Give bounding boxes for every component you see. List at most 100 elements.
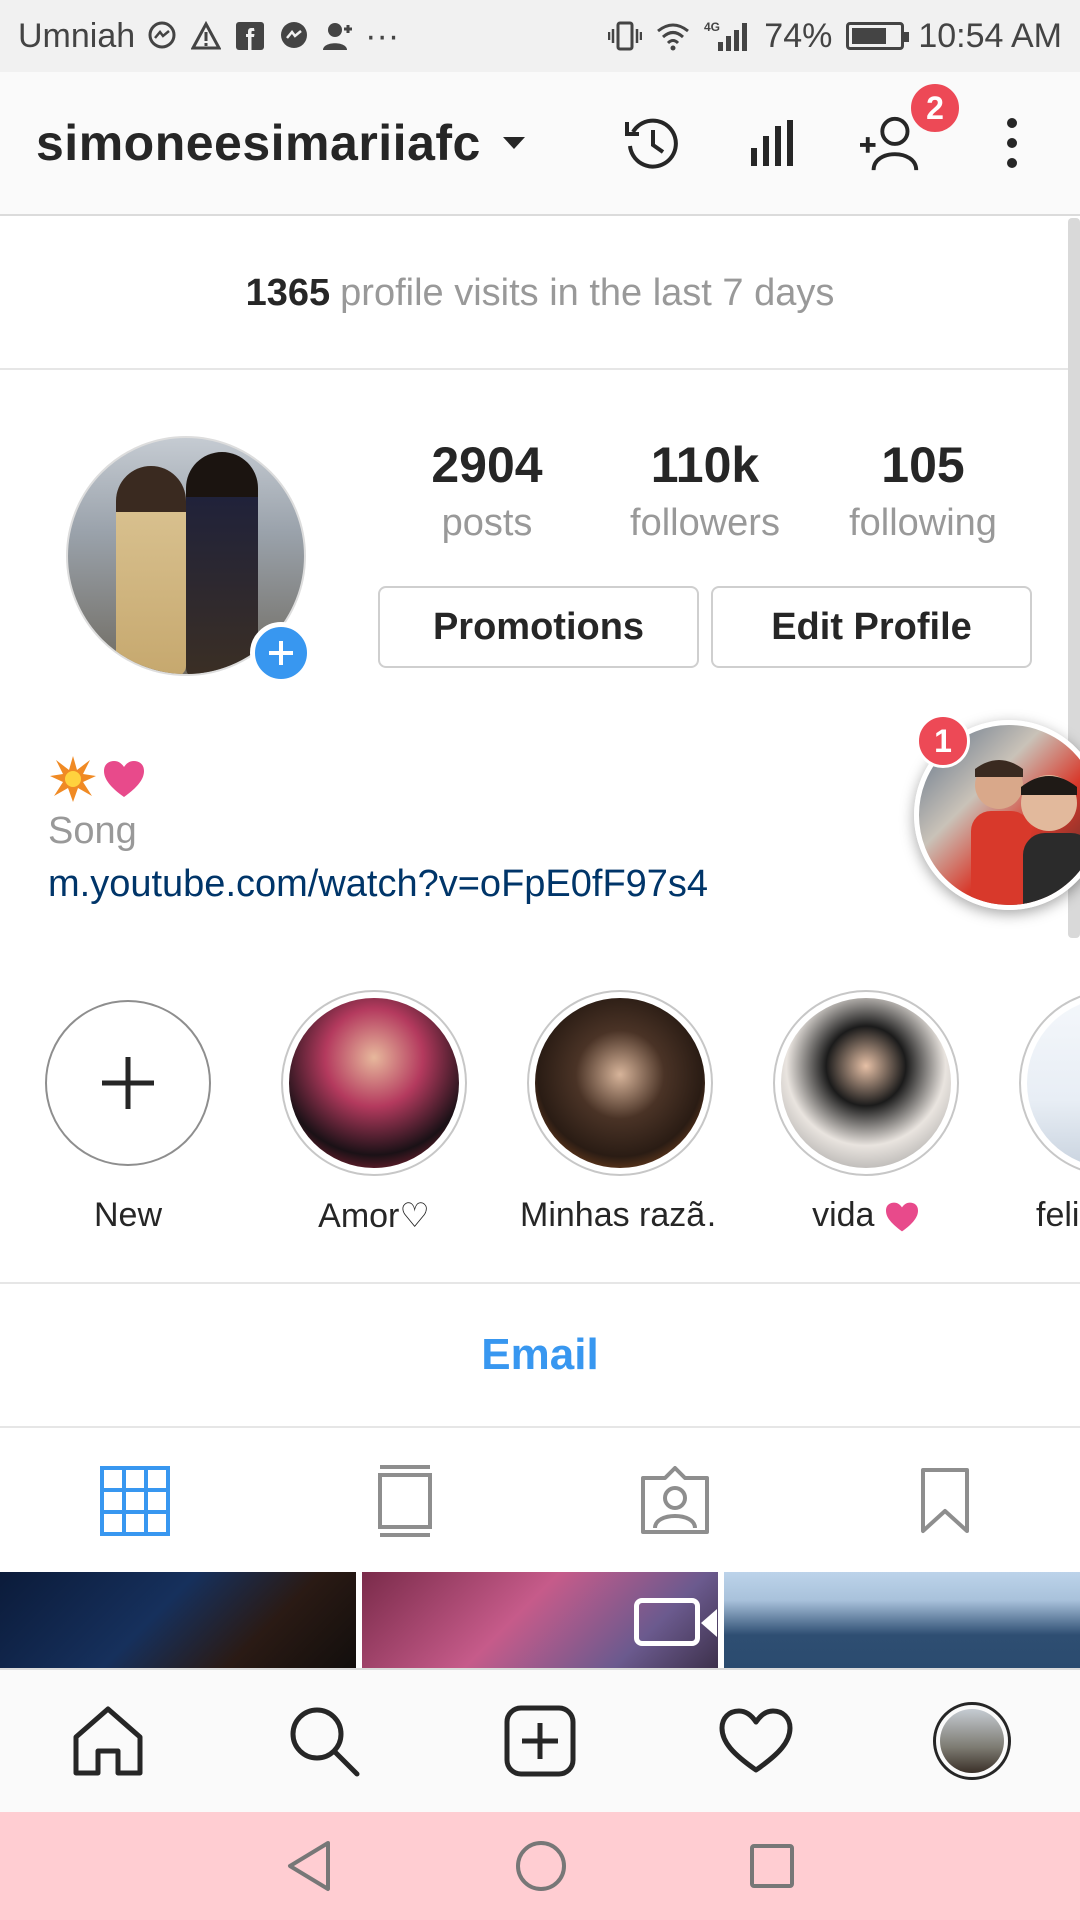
clock: 10:54 AM bbox=[918, 16, 1062, 55]
posts-label: posts bbox=[441, 502, 533, 544]
stat-posts[interactable]: 2904 posts bbox=[378, 436, 596, 545]
following-label: following bbox=[849, 502, 997, 544]
profile-visits-banner[interactable]: 1365 profile visits in the last 7 days bbox=[0, 218, 1080, 370]
more-vertical-icon bbox=[1007, 118, 1017, 168]
messenger-icon bbox=[145, 19, 179, 53]
nav-new-post[interactable] bbox=[432, 1705, 648, 1777]
collision-emoji-icon bbox=[50, 756, 96, 802]
post-thumbnail[interactable] bbox=[0, 1572, 356, 1668]
options-menu-button[interactable] bbox=[980, 111, 1044, 175]
promotions-button[interactable]: Promotions bbox=[378, 586, 699, 668]
edit-profile-button[interactable]: Edit Profile bbox=[711, 586, 1032, 668]
tab-feed[interactable] bbox=[270, 1430, 540, 1572]
highlight-cover bbox=[1027, 998, 1080, 1168]
wifi-icon bbox=[656, 19, 690, 53]
bio-text: Song bbox=[48, 810, 137, 852]
nav-activity[interactable] bbox=[648, 1708, 864, 1774]
highlight-item[interactable]: feli bbox=[1012, 990, 1080, 1235]
video-icon bbox=[634, 1598, 717, 1646]
profile-avatar-icon bbox=[933, 1702, 1011, 1780]
warning-icon bbox=[189, 19, 223, 53]
visits-count: 1365 bbox=[245, 271, 331, 314]
highlight-item[interactable]: Amor♡ bbox=[274, 990, 474, 1236]
highlight-label: feli bbox=[1036, 1196, 1080, 1234]
more-notifications-icon: ··· bbox=[365, 16, 400, 55]
profile-view-tabs bbox=[0, 1430, 1080, 1572]
tab-tagged[interactable] bbox=[540, 1430, 810, 1572]
following-count: 105 bbox=[881, 437, 965, 493]
account-switcher-icon[interactable] bbox=[502, 137, 525, 149]
followers-label: followers bbox=[630, 502, 780, 544]
stat-following[interactable]: 105 following bbox=[814, 436, 1032, 545]
email-contact-button[interactable]: Email bbox=[0, 1282, 1080, 1428]
stat-followers[interactable]: 110k followers bbox=[596, 436, 814, 545]
search-icon bbox=[290, 1707, 360, 1777]
grid-icon bbox=[100, 1466, 170, 1536]
signal-icon: 4G bbox=[704, 19, 750, 53]
facebook-icon bbox=[233, 19, 267, 53]
heart-emoji-icon bbox=[885, 1202, 918, 1232]
post-thumbnail[interactable] bbox=[362, 1572, 718, 1668]
network-label: 4G bbox=[704, 20, 720, 34]
vibrate-icon bbox=[608, 19, 643, 53]
heart-emoji-icon bbox=[104, 761, 144, 797]
new-highlight-button[interactable] bbox=[45, 1000, 211, 1166]
profile-stats: 2904 posts 110k followers 105 following bbox=[378, 436, 1032, 545]
email-label: Email bbox=[481, 1330, 599, 1379]
add-contact-icon bbox=[321, 19, 355, 53]
bio-emojis bbox=[48, 752, 908, 806]
nav-home[interactable] bbox=[0, 1705, 216, 1777]
history-icon bbox=[625, 118, 678, 169]
discover-people-button[interactable]: 2 bbox=[860, 81, 962, 175]
add-post-icon bbox=[504, 1705, 576, 1777]
highlight-label: New bbox=[93, 1196, 163, 1234]
saved-icon bbox=[921, 1468, 969, 1533]
nav-profile[interactable] bbox=[864, 1702, 1080, 1780]
posts-grid bbox=[0, 1572, 1080, 1668]
battery-icon bbox=[846, 22, 910, 50]
highlight-item[interactable]: Minhas razã… bbox=[520, 990, 720, 1235]
chat-head-badge: 1 bbox=[916, 714, 970, 768]
posts-count: 2904 bbox=[431, 437, 543, 493]
highlight-label-text: vida bbox=[812, 1196, 875, 1234]
highlight-label: Amor♡ bbox=[318, 1197, 430, 1235]
highlight-cover bbox=[781, 998, 951, 1168]
messenger-filled-icon bbox=[277, 19, 311, 53]
insights-icon bbox=[751, 120, 793, 166]
story-highlights[interactable]: New Amor♡ Minhas razã… vida feli bbox=[0, 990, 1080, 1240]
tagged-icon bbox=[641, 1466, 709, 1534]
notification-badge: 2 bbox=[908, 81, 962, 135]
back-icon[interactable] bbox=[284, 1839, 334, 1893]
add-story-button[interactable] bbox=[250, 622, 312, 684]
highlight-item[interactable]: vida bbox=[766, 990, 966, 1235]
battery-percent: 74% bbox=[764, 16, 833, 55]
highlight-new[interactable]: New bbox=[28, 990, 228, 1235]
archive-button[interactable] bbox=[620, 111, 684, 175]
recents-icon[interactable] bbox=[748, 1842, 796, 1890]
post-thumbnail[interactable] bbox=[724, 1572, 1080, 1668]
profile-avatar[interactable] bbox=[66, 436, 312, 684]
profile-actions: Promotions Edit Profile bbox=[378, 586, 1032, 668]
carrier-name: Umniah bbox=[18, 16, 136, 55]
tab-saved[interactable] bbox=[810, 1430, 1080, 1572]
feed-icon bbox=[378, 1465, 432, 1537]
nav-search[interactable] bbox=[216, 1704, 432, 1778]
plus-icon bbox=[269, 641, 293, 665]
bio-link[interactable]: m.youtube.com/watch?v=oFpE0fF97s4 bbox=[48, 863, 908, 906]
home-circle-icon[interactable] bbox=[514, 1839, 568, 1893]
status-bar: Umniah ··· 4G 74% 10:54 AM bbox=[0, 0, 1080, 72]
visits-text: profile visits in the last 7 days bbox=[340, 271, 835, 314]
heart-icon bbox=[719, 1708, 793, 1773]
highlight-label: vida bbox=[766, 1196, 966, 1235]
highlight-cover bbox=[535, 998, 705, 1168]
plus-icon bbox=[102, 1057, 154, 1109]
home-icon bbox=[73, 1706, 143, 1776]
bottom-navigation bbox=[0, 1668, 1080, 1812]
bio: Song m.youtube.com/watch?v=oFpE0fF97s4 bbox=[48, 752, 908, 906]
username[interactable]: simoneesimariiafc bbox=[36, 114, 481, 172]
tab-grid[interactable] bbox=[0, 1430, 270, 1572]
highlight-cover bbox=[289, 998, 459, 1168]
insights-button[interactable] bbox=[740, 111, 804, 175]
followers-count: 110k bbox=[650, 437, 760, 493]
system-navigation-bar bbox=[0, 1812, 1080, 1920]
